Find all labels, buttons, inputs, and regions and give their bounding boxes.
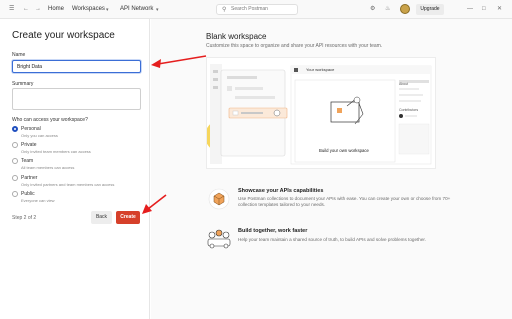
settings-icon[interactable]: ⚙: [370, 5, 375, 13]
chevron-down-icon: ▾: [106, 7, 109, 13]
name-field[interactable]: Bright Data: [12, 60, 141, 73]
option-sub: Only invited team members can access: [21, 149, 91, 154]
workspace-illustration-graphic: [205, 64, 432, 165]
option-label: Team: [21, 158, 34, 164]
search-icon: ⚲: [222, 7, 227, 13]
step-indicator: Step 2 of 2: [12, 215, 37, 221]
annotation-arrow-name: [151, 55, 207, 68]
notifications-icon[interactable]: ♨: [385, 5, 390, 13]
option-sub: All team members can access: [21, 165, 75, 170]
page-title: Create your workspace: [12, 30, 115, 41]
radio-public[interactable]: [12, 191, 18, 197]
maximize-icon[interactable]: □: [482, 5, 486, 13]
preview-title: Blank workspace: [206, 32, 267, 41]
nav-workspaces[interactable]: Workspaces: [72, 6, 105, 13]
workspace-illustration: Your workspace Build your own workspace …: [205, 57, 436, 169]
illustration-workspace-label: Your workspace: [306, 67, 335, 72]
illustration-about-label: About: [399, 82, 409, 86]
summary-label: Summary: [12, 81, 34, 87]
search-input[interactable]: ⚲ Search Postman: [216, 4, 298, 15]
feature-title: Showcase your APIs capabilities: [238, 188, 324, 194]
menu-icon[interactable]: ☰: [9, 5, 14, 13]
option-sub: Only invited partners and team members c…: [21, 182, 115, 187]
radio-partner[interactable]: [12, 175, 18, 181]
feature-description: Help your team maintain a shared source …: [238, 237, 426, 242]
feature-description: Use Postman collections to document your…: [238, 196, 451, 207]
nav-api-network[interactable]: API Network: [120, 6, 153, 13]
option-sub: Only you can access: [21, 133, 58, 138]
option-label: Private: [21, 142, 37, 148]
name-value: Bright Data: [17, 64, 43, 70]
top-bar: ☰ ← → Home Workspaces ▾ API Network ▾ ⚲ …: [0, 0, 512, 19]
close-icon[interactable]: ✕: [497, 5, 502, 13]
chevron-down-icon: ▾: [156, 7, 159, 13]
upgrade-button[interactable]: Upgrade: [416, 4, 444, 15]
collection-icon: [208, 188, 230, 210]
option-label: Personal: [21, 126, 41, 132]
back-button[interactable]: Back: [91, 211, 112, 224]
radio-team[interactable]: [12, 158, 18, 164]
access-label: Who can access your workspace?: [12, 117, 88, 123]
nav-home[interactable]: Home: [48, 6, 64, 13]
minimize-icon[interactable]: —: [467, 5, 473, 13]
forward-arrow-icon[interactable]: →: [35, 5, 41, 13]
option-label: Partner: [21, 175, 38, 181]
name-label: Name: [12, 52, 26, 58]
search-placeholder: Search Postman: [231, 6, 268, 12]
avatar[interactable]: [400, 4, 410, 14]
back-arrow-icon[interactable]: ←: [23, 5, 29, 13]
create-button[interactable]: Create: [116, 211, 140, 224]
radio-private[interactable]: [12, 142, 18, 148]
option-sub: Everyone can view: [21, 198, 55, 203]
feature-title: Build together, work faster: [238, 228, 308, 234]
illustration-build-label: Build your own workspace: [319, 148, 369, 153]
annotation-arrow-create: [142, 194, 167, 214]
radio-personal[interactable]: [12, 126, 18, 132]
summary-field[interactable]: [12, 88, 141, 110]
team-icon: [206, 227, 232, 249]
preview-subtitle: Customize this space to organize and sha…: [206, 43, 383, 49]
option-label: Public: [21, 191, 35, 197]
illustration-contributors-label: Contributors: [399, 108, 419, 112]
